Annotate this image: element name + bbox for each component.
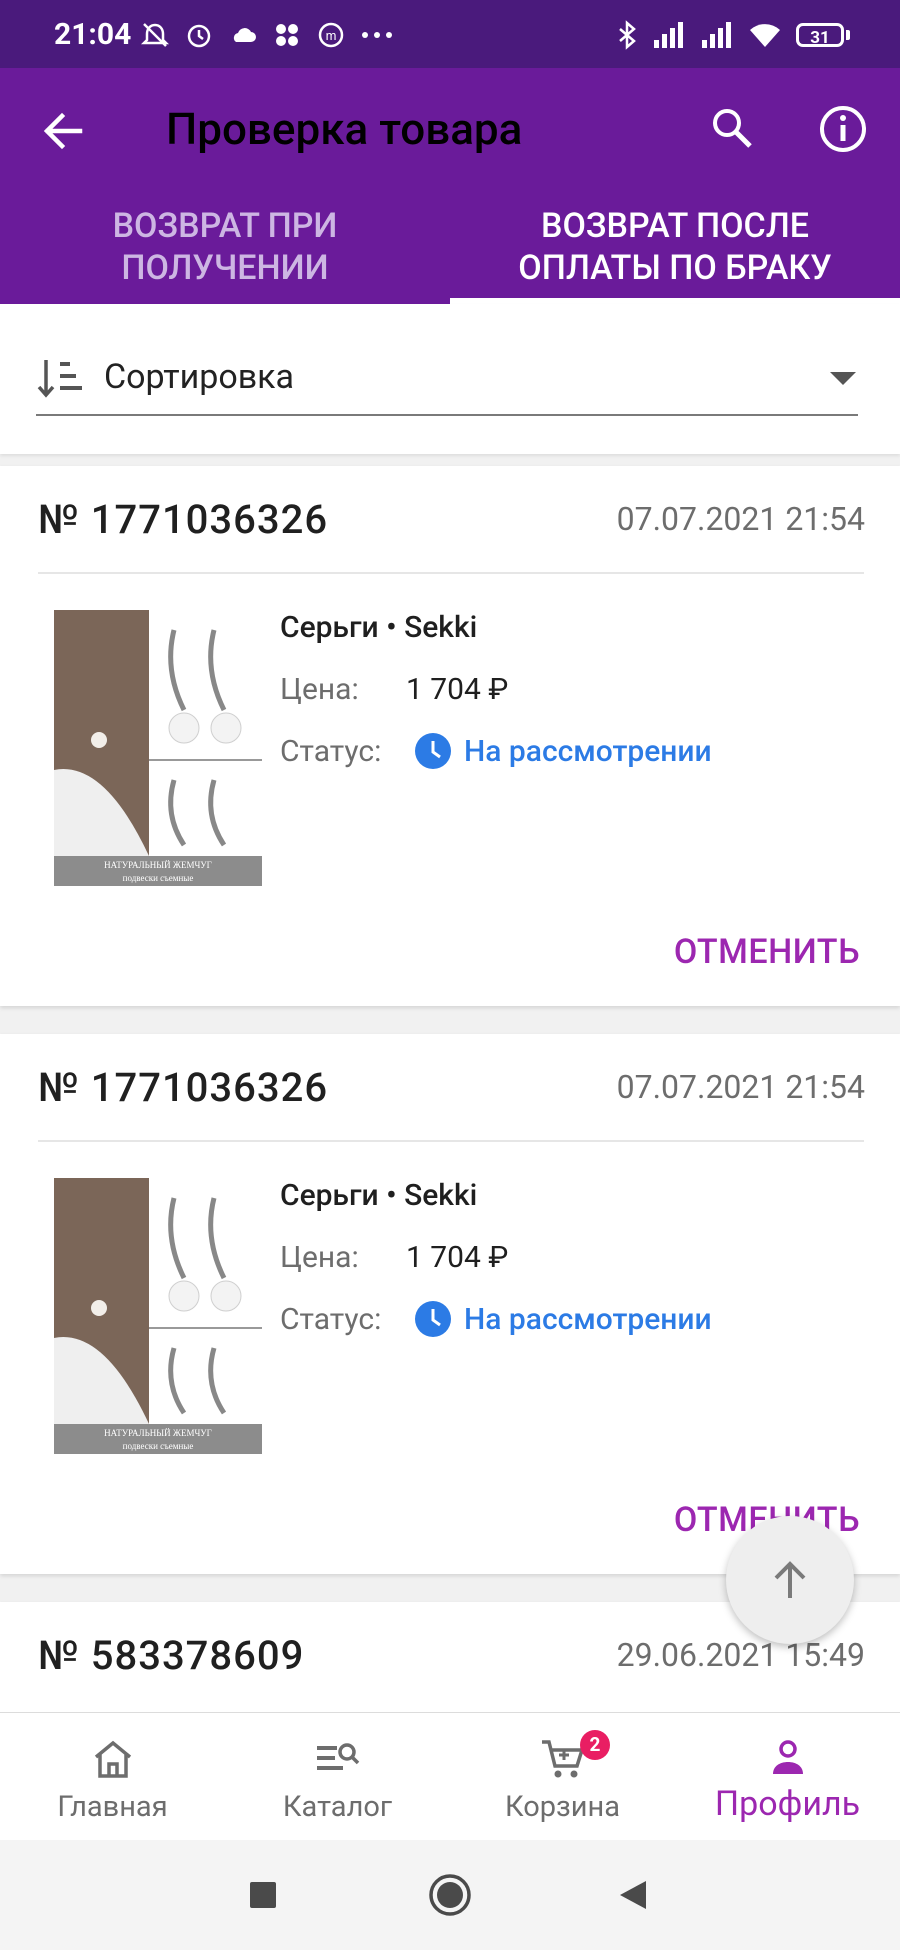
bluetooth-icon [619, 20, 636, 50]
cancel-button[interactable]: ОТМЕНИТЬ [620, 932, 860, 972]
product-thumbnail[interactable]: НАТУРАЛЬНЫЙ ЖЕМЧУГ подвески съемные [54, 1178, 262, 1454]
status-label: Статус: [280, 734, 382, 769]
svg-text:подвески съемные: подвески съемные [123, 873, 194, 883]
page-title: Проверка товара [166, 103, 523, 155]
product-thumbnail[interactable]: НАТУРАЛЬНЫЙ ЖЕМЧУГ подвески съемные [54, 610, 262, 886]
svg-text:НАТУРАЛЬНЫЙ ЖЕМЧУГ: НАТУРАЛЬНЫЙ ЖЕМЧУГ [104, 1428, 212, 1438]
wifi-icon [750, 24, 780, 47]
nav-label: Профиль [714, 1784, 861, 1824]
nav-profile[interactable]: Профиль [675, 1712, 900, 1840]
svg-text:подвески съемные: подвески съемные [123, 1441, 194, 1451]
profile-icon [773, 1740, 803, 1774]
battery-level: 31 [796, 23, 844, 48]
status-icons-left: m [140, 20, 394, 50]
info-icon[interactable] [818, 104, 868, 154]
tab-return-after-payment-defect[interactable]: ВОЗВРАТ ПОСЛЕ ОПЛАТЫ ПО БРАКУ [450, 205, 900, 301]
back-triangle-button[interactable] [618, 1879, 648, 1911]
price-label: Цена: [280, 672, 359, 707]
back-arrow-icon[interactable] [40, 108, 86, 154]
sort-icon [37, 360, 82, 398]
signal-icon [654, 22, 683, 48]
more-dots-icon [362, 32, 392, 38]
product-name: Серьги • Sekki [280, 610, 478, 645]
status-bar: 21:04 m 31 [0, 0, 900, 68]
nav-label: Корзина [504, 1790, 621, 1824]
nav-label: Главная [57, 1790, 168, 1824]
price-value: 1 704 ₽ [406, 1240, 509, 1275]
cart-badge: 2 [580, 1730, 610, 1760]
status-icons-right: 31 [616, 20, 850, 50]
order-date: 07.07.2021 21:54 [616, 500, 865, 538]
catalog-search-icon [317, 1743, 360, 1770]
home-icon [94, 1740, 132, 1778]
app-circle-icon: m [318, 22, 344, 48]
price-value: 1 704 ₽ [406, 672, 509, 707]
recent-apps-button[interactable] [250, 1882, 276, 1908]
order-date: 29.06.2021 15:49 [616, 1636, 865, 1674]
svg-text:m: m [326, 28, 337, 43]
product-name: Серьги • Sekki [280, 1178, 478, 1213]
divider [38, 572, 864, 574]
clock-icon [415, 733, 451, 769]
nav-label: Каталог [282, 1790, 393, 1824]
arrow-up-icon [774, 1561, 806, 1598]
order-number: № 583378609 [38, 1632, 305, 1679]
search-icon[interactable] [708, 104, 756, 152]
nav-catalog[interactable]: Каталог [225, 1712, 450, 1840]
order-number: № 1771036326 [38, 1064, 329, 1111]
tab-return-on-receipt[interactable]: ВОЗВРАТ ПРИ ПОЛУЧЕНИИ [0, 205, 450, 301]
alarm-icon [187, 24, 211, 48]
divider [38, 1140, 864, 1142]
home-circle-button[interactable] [428, 1873, 472, 1917]
scroll-to-top-button[interactable] [726, 1516, 854, 1644]
order-date: 07.07.2021 21:54 [616, 1068, 865, 1106]
cloud-icon [233, 28, 256, 42]
app-dots-icon [276, 24, 298, 46]
status-time: 21:04 [54, 17, 132, 52]
battery-icon: 31 [796, 23, 850, 48]
nav-cart[interactable]: 2 Корзина [450, 1712, 675, 1840]
signal-icon-2 [702, 22, 731, 48]
svg-text:НАТУРАЛЬНЫЙ ЖЕМЧУГ: НАТУРАЛЬНЫЙ ЖЕМЧУГ [104, 860, 212, 870]
chevron-down-icon [830, 372, 856, 385]
status-label: Статус: [280, 1302, 382, 1337]
clock-icon [415, 1301, 451, 1337]
status-value: На рассмотрении [464, 734, 712, 769]
bell-muted-icon [140, 23, 170, 47]
price-label: Цена: [280, 1240, 359, 1275]
sort-label: Сортировка [104, 357, 295, 397]
nav-home[interactable]: Главная [0, 1712, 225, 1840]
order-number: № 1771036326 [38, 496, 329, 543]
status-value: На рассмотрении [464, 1302, 712, 1337]
